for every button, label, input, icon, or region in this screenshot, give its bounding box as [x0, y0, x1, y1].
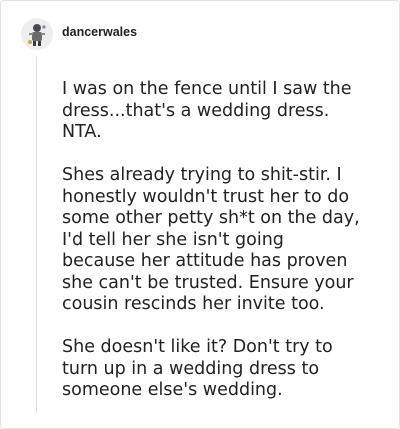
comment-paragraph-1: I was on the fence until I saw the dress… — [62, 79, 352, 142]
comment-paragraph-2: Shes already trying to shit-stir. I hone… — [62, 165, 360, 314]
username[interactable]: dancerwales — [62, 25, 137, 39]
comment-card: dancerwales I was on the fence until I s… — [0, 0, 400, 429]
avatar-illustration — [21, 18, 53, 50]
user-avatar-icon[interactable] — [21, 18, 53, 50]
comment-body: I was on the fence until I saw the dress… — [62, 79, 382, 402]
comment-paragraph-3: She doesn't like it? Don't try to turn u… — [62, 337, 333, 400]
thread-line — [36, 57, 37, 413]
